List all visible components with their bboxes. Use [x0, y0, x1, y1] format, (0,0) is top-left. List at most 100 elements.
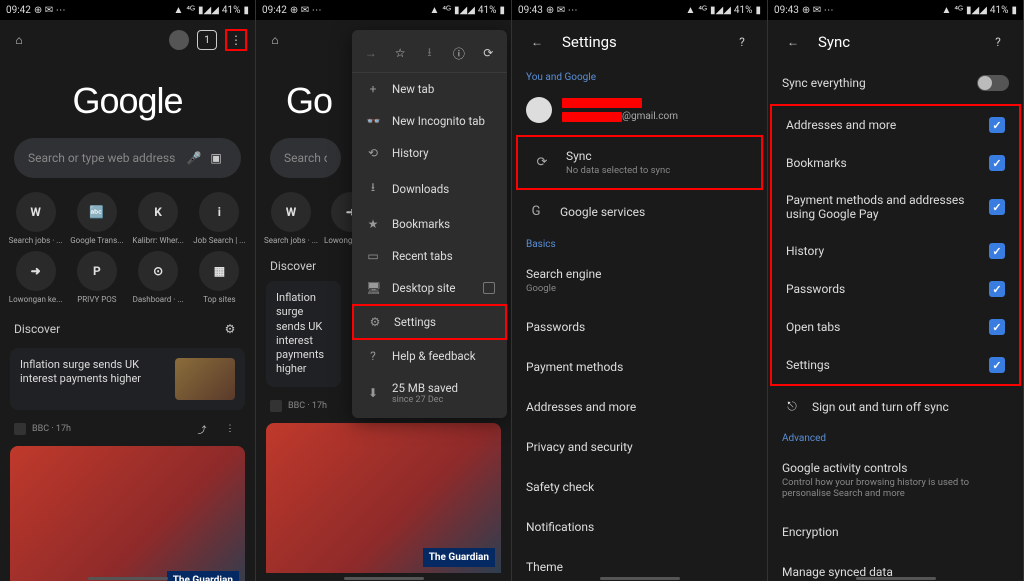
help-icon[interactable]: ?	[987, 31, 1009, 53]
encryption-row[interactable]: Encryption	[768, 512, 1023, 552]
search-placeholder: Search or type web address	[284, 151, 327, 165]
setting-row[interactable]: Safety check	[512, 467, 767, 507]
news-title: Inflation surge sends UK interest paymen…	[276, 291, 331, 377]
sync-item-row[interactable]: History✓	[772, 232, 1019, 270]
checkbox-checked[interactable]: ✓	[989, 281, 1005, 297]
clock: 09:43	[774, 5, 799, 16]
news-card-large[interactable]: The Guardian	[10, 446, 245, 581]
checkbox-checked[interactable]: ✓	[989, 117, 1005, 133]
shortcut-item[interactable]: ➜Lowongan ke...	[8, 251, 63, 304]
sync-item-row[interactable]: Passwords✓	[772, 270, 1019, 308]
google-services-row[interactable]: G Google services	[512, 192, 767, 231]
menu-item-recent-tabs[interactable]: ▭Recent tabs	[352, 240, 507, 272]
setting-label: Safety check	[526, 480, 753, 494]
checkbox-checked[interactable]: ✓	[989, 155, 1005, 171]
menu-item--mb-saved[interactable]: ⬇25 MB savedsince 27 Dec	[352, 372, 507, 414]
news-card[interactable]: Inflation surge sends UK interest paymen…	[266, 281, 341, 387]
sync-item-label: Bookmarks	[786, 156, 989, 170]
search-input[interactable]: Search or type web address 🎤 ▣	[14, 138, 241, 178]
checkbox-checked[interactable]: ✓	[989, 243, 1005, 259]
shortcut-item[interactable]: ▦Top sites	[192, 251, 247, 304]
signout-row[interactable]: ⎋ Sign out and turn off sync	[768, 388, 1023, 425]
search-input[interactable]: Search or type web address	[270, 138, 341, 178]
menu-top-icon[interactable]: ⟳	[477, 42, 499, 64]
shortcut-item[interactable]: 🔤Google Trans...	[69, 192, 124, 245]
menu-top-icon[interactable]: ⓘ	[448, 42, 470, 64]
menu-icon: ⚙	[368, 315, 382, 329]
gear-icon[interactable]: ⚙	[219, 318, 241, 340]
activity-controls-row[interactable]: Google activity controls Control how you…	[768, 448, 1023, 512]
battery-label: 41%	[478, 5, 497, 16]
sync-item-row[interactable]: Addresses and more✓	[772, 106, 1019, 144]
setting-row[interactable]: Theme	[512, 547, 767, 581]
menu-item-new-tab[interactable]: +New tab	[352, 73, 507, 105]
sync-item-row[interactable]: Settings✓	[772, 346, 1019, 384]
sync-item-label: Settings	[786, 358, 989, 372]
back-icon[interactable]: ←	[526, 31, 548, 53]
shortcut-icon: W	[16, 192, 56, 232]
shortcut-item[interactable]: KKalibrr: Wher...	[131, 192, 186, 245]
status-icons: ⊕ ✉ ⋯	[802, 5, 834, 16]
shortcut-item[interactable]: WSearch jobs · ...	[264, 192, 318, 245]
discover-label: Discover	[270, 259, 316, 273]
shortcut-item[interactable]: WSearch jobs · ...	[8, 192, 63, 245]
setting-row[interactable]: Payment methods	[512, 347, 767, 387]
menu-item-settings[interactable]: ⚙Settings	[352, 304, 507, 340]
section-advanced: Advanced	[768, 425, 1023, 448]
tab-switcher[interactable]: 1	[197, 30, 217, 50]
menu-icon: ▭	[366, 249, 380, 263]
menu-item-history[interactable]: ⟲History	[352, 137, 507, 169]
sync-item-row[interactable]: Bookmarks✓	[772, 144, 1019, 182]
sync-item-row[interactable]: Payment methods and addresses using Goog…	[772, 182, 1019, 232]
menu-item-help-feedback[interactable]: ?Help & feedback	[352, 340, 507, 372]
status-icons: ⊕ ✉ ⋯	[546, 5, 578, 16]
setting-row[interactable]: Search engineGoogle	[512, 254, 767, 307]
checkbox-checked[interactable]: ✓	[989, 357, 1005, 373]
share-icon[interactable]: ⤴	[191, 418, 213, 440]
setting-row[interactable]: Passwords	[512, 307, 767, 347]
news-title: Inflation surge sends UK interest paymen…	[20, 358, 167, 400]
shortcut-item[interactable]: ⊙Dashboard · ...	[131, 251, 186, 304]
sync-everything-row[interactable]: Sync everything	[768, 64, 1023, 102]
back-icon[interactable]: ←	[782, 31, 804, 53]
panel-sync-settings: 09:43⊕ ✉ ⋯ ▲⁴ᴳ▮◢◢41%▮ ← Sync ? Sync ever…	[768, 0, 1024, 581]
shortcut-item[interactable]: iJob Search | ...	[192, 192, 247, 245]
avatar	[526, 97, 552, 123]
news-card[interactable]: Inflation surge sends UK interest paymen…	[10, 348, 245, 410]
more-icon[interactable]: ⋮	[219, 418, 241, 440]
toggle-off[interactable]	[977, 75, 1009, 91]
menu-label: Downloads	[392, 182, 449, 196]
checkbox-checked[interactable]: ✓	[989, 319, 1005, 335]
menu-item-new-incognito-tab[interactable]: 👓New Incognito tab	[352, 105, 507, 137]
toolbar: ⌂ 1 ⋮	[0, 20, 255, 60]
news-card-large[interactable]: The Guardian	[266, 423, 501, 573]
menu-item-downloads[interactable]: ⭳Downloads	[352, 169, 507, 208]
checkbox-checked[interactable]: ✓	[989, 199, 1005, 215]
shortcut-icon: W	[271, 192, 311, 232]
account-row[interactable]: @gmail.com	[512, 87, 767, 133]
menu-top-icon[interactable]: ☆	[389, 42, 411, 64]
avatar[interactable]	[169, 30, 189, 50]
setting-row[interactable]: Privacy and security	[512, 427, 767, 467]
setting-row[interactable]: Addresses and more	[512, 387, 767, 427]
menu-item-desktop-site[interactable]: 🖥Desktop site	[352, 272, 507, 304]
lens-icon[interactable]: ▣	[205, 147, 227, 169]
home-icon[interactable]: ⌂	[264, 29, 286, 51]
overflow-menu-button[interactable]: ⋮	[225, 29, 247, 51]
mic-icon[interactable]: 🎤	[183, 147, 205, 169]
home-icon[interactable]: ⌂	[8, 29, 30, 51]
menu-item-bookmarks[interactable]: ★Bookmarks	[352, 208, 507, 240]
sync-row[interactable]: ⟳ Sync No data selected to sync	[516, 135, 763, 190]
shortcut-item[interactable]: PPRIVY POS	[69, 251, 124, 304]
menu-top-icon[interactable]: ⭳	[418, 42, 440, 64]
menu-label: History	[392, 146, 429, 160]
encryption-label: Encryption	[782, 525, 1009, 539]
setting-row[interactable]: Notifications	[512, 507, 767, 547]
help-icon[interactable]: ?	[731, 31, 753, 53]
signal-icon: ▮◢◢	[966, 5, 987, 16]
checkbox[interactable]	[483, 282, 495, 294]
wifi-icon: ▲	[173, 5, 183, 16]
guardian-badge: The Guardian	[423, 548, 495, 567]
sync-item-row[interactable]: Open tabs✓	[772, 308, 1019, 346]
news-source: BBC · 17h	[32, 424, 71, 434]
